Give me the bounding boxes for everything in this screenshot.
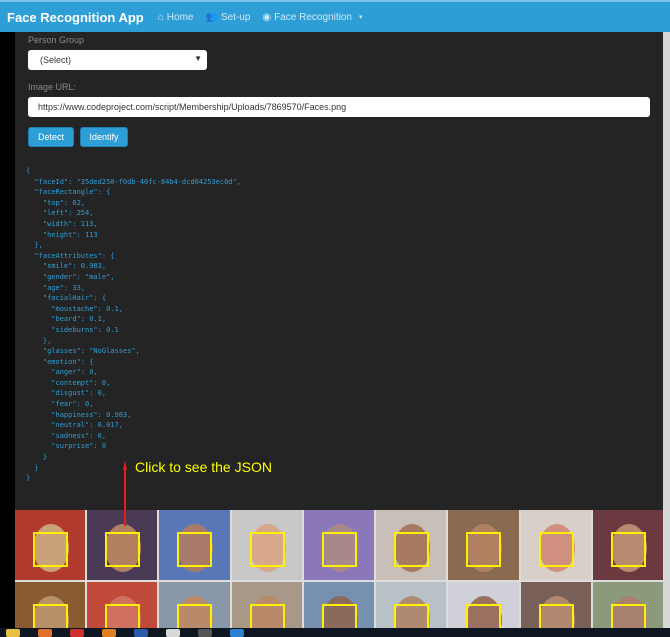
face-rectangle: [249, 532, 285, 567]
face-rectangle: [33, 532, 68, 567]
face-thumbnail[interactable]: [303, 582, 375, 628]
face-thumbnail[interactable]: [520, 510, 591, 580]
person-group-label: Person Group: [28, 35, 85, 45]
face-thumbnail[interactable]: [303, 510, 375, 580]
face-rectangle: [610, 604, 646, 628]
annotation-text: Click to see the JSON: [135, 459, 272, 475]
face-rectangle: [321, 532, 357, 567]
taskbar-app-icon[interactable]: [6, 628, 20, 637]
taskbar-app-icon[interactable]: [70, 628, 84, 637]
image-url-input[interactable]: https://www.codeproject.com/script/Membe…: [28, 97, 650, 117]
face-rectangle: [394, 604, 430, 628]
face-rectangle: [538, 604, 574, 628]
main-panel: Person Group (Select) ▼ Image URL: https:…: [15, 32, 663, 510]
face-thumbnail[interactable]: [592, 582, 663, 628]
face-thumbnail[interactable]: [87, 582, 158, 628]
face-rectangle: [466, 532, 502, 567]
face-thumbnail[interactable]: [15, 582, 86, 628]
face-thumbnail[interactable]: [15, 510, 86, 580]
face-thumbnail[interactable]: [159, 582, 230, 628]
eye-icon: ◉: [262, 11, 272, 23]
taskbar-app-icon[interactable]: [134, 628, 148, 637]
face-thumbnail[interactable]: [448, 510, 519, 580]
face-rectangle: [466, 604, 502, 628]
face-thumbnail[interactable]: [448, 582, 519, 628]
nav-face-recognition[interactable]: ◉ Face Recognition ▾: [262, 12, 362, 23]
scrollbar[interactable]: [663, 32, 670, 628]
face-thumbnail[interactable]: [520, 582, 591, 628]
face-rectangle: [538, 532, 574, 567]
dropdown-arrow-icon: ▼: [194, 54, 202, 63]
taskbar-app-icon[interactable]: [102, 628, 116, 637]
image-url-label: Image URL:: [28, 82, 77, 92]
face-rectangle: [177, 604, 213, 628]
json-output: { "faceId": "35ded250-f0db-40fc-84b4-dcd…: [26, 167, 241, 483]
users-icon: 👥: [205, 11, 218, 23]
taskbar: [0, 628, 670, 637]
face-thumbnail[interactable]: [376, 510, 447, 580]
taskbar-app-icon[interactable]: [198, 628, 212, 637]
navbar: Face Recognition App ⌂ Home 👥 Set-up ◉ Face…: [0, 0, 670, 32]
person-group-select[interactable]: (Select) ▼: [28, 50, 207, 70]
face-rectangle: [394, 532, 430, 567]
app-brand[interactable]: Face Recognition App: [7, 10, 144, 25]
taskbar-app-icon[interactable]: [38, 628, 52, 637]
face-rectangle: [249, 604, 285, 628]
faces-image[interactable]: [15, 510, 663, 628]
taskbar-app-icon[interactable]: [230, 628, 244, 637]
selected-value: (Select): [40, 55, 72, 65]
nav-home[interactable]: ⌂ Home: [158, 12, 194, 23]
face-rectangle: [33, 604, 68, 628]
nav-setup[interactable]: 👥 Set-up: [205, 12, 250, 23]
face-thumbnail[interactable]: [231, 510, 302, 580]
face-thumbnail[interactable]: [231, 582, 302, 628]
face-rectangle: [321, 604, 357, 628]
face-rectangle: [105, 604, 141, 628]
face-thumbnail[interactable]: [159, 510, 230, 580]
face-thumbnail[interactable]: [592, 510, 663, 580]
detect-button[interactable]: Detect: [28, 127, 74, 147]
face-thumbnail[interactable]: [376, 582, 447, 628]
face-rectangle: [105, 532, 141, 567]
taskbar-app-icon[interactable]: [166, 628, 180, 637]
identify-button[interactable]: Identify: [80, 127, 128, 147]
caret-down-icon: ▾: [358, 14, 363, 21]
face-rectangle: [610, 532, 646, 567]
face-rectangle: [177, 532, 213, 567]
red-arrow-icon: [123, 460, 127, 526]
home-icon: ⌂: [157, 11, 164, 23]
